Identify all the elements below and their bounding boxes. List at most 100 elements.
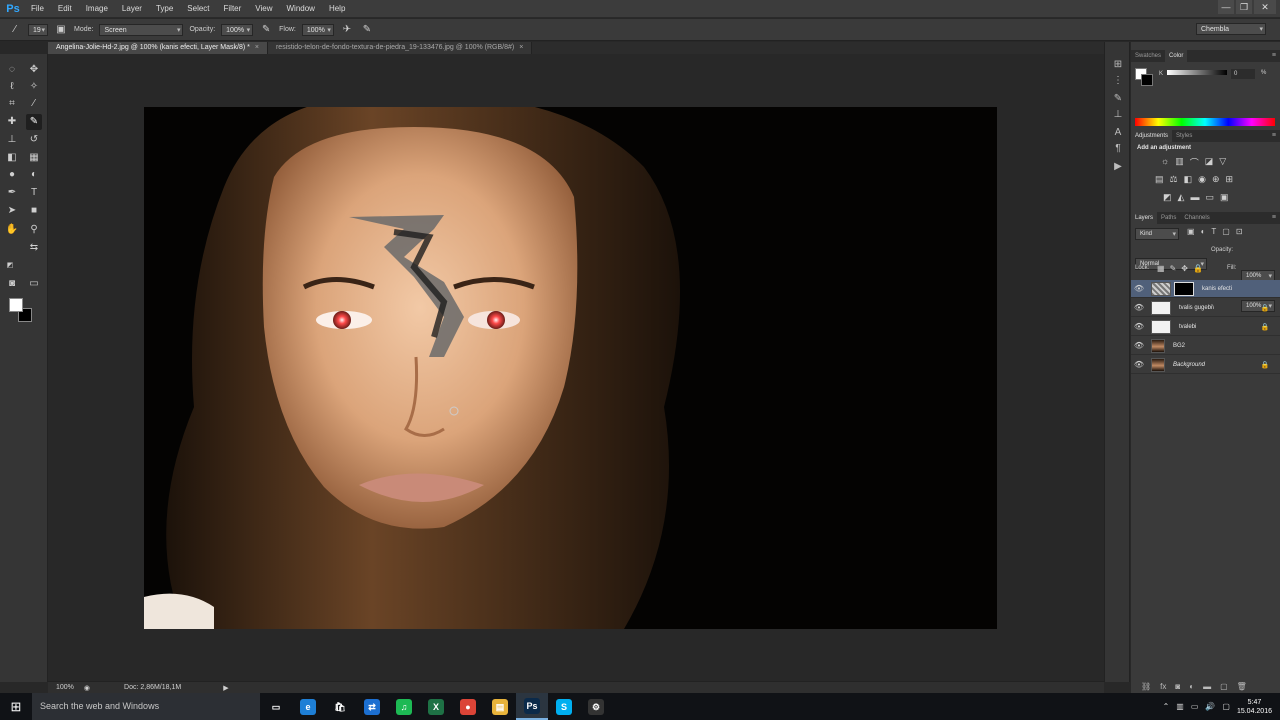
brush-panel-icon[interactable]: ✎: [1111, 92, 1125, 106]
lock-position-icon[interactable]: ✥: [1181, 264, 1188, 273]
pressure-size-icon[interactable]: ✎: [360, 23, 374, 37]
add-mask-icon[interactable]: ◙: [1175, 682, 1180, 691]
layer-style-icon[interactable]: fx: [1160, 682, 1166, 691]
gradient-tool-icon[interactable]: ▦: [26, 150, 42, 166]
taskbar-app-button[interactable]: ●: [452, 693, 484, 720]
layer-name[interactable]: BG2: [1173, 343, 1280, 349]
mode-select[interactable]: Screen: [99, 23, 184, 36]
menu-select[interactable]: Select: [180, 0, 216, 18]
zoom-level[interactable]: 100%: [56, 684, 74, 691]
close-icon[interactable]: ×: [255, 44, 259, 51]
menu-image[interactable]: Image: [79, 0, 115, 18]
rectangle-tool-icon[interactable]: ■: [26, 203, 42, 219]
vibrance-icon[interactable]: ▽: [1219, 156, 1226, 169]
levels-icon[interactable]: ▥: [1175, 156, 1184, 169]
airbrush-icon[interactable]: ✈: [340, 23, 354, 37]
restore-button[interactable]: ❐: [1236, 0, 1252, 14]
play-action-icon[interactable]: ▶: [1111, 160, 1125, 174]
hand-tool-icon[interactable]: ✋: [4, 222, 20, 238]
history-panel-icon[interactable]: ⊞: [1111, 58, 1125, 72]
pen-tool-icon[interactable]: ✒: [4, 185, 20, 201]
color-slider[interactable]: [1167, 70, 1227, 75]
brightness-contrast-icon[interactable]: ☼: [1161, 156, 1169, 169]
layer-name[interactable]: tvalebi: [1179, 324, 1258, 330]
zoom-tool-icon[interactable]: ⚲: [26, 222, 42, 238]
visibility-eye-icon[interactable]: 👁: [1131, 341, 1147, 350]
close-icon[interactable]: ×: [519, 44, 523, 51]
new-group-icon[interactable]: ▬: [1203, 682, 1211, 691]
menu-layer[interactable]: Layer: [115, 0, 149, 18]
taskbar-app-button[interactable]: ▭: [260, 693, 292, 720]
tab-document-2[interactable]: resistido-telon-de-fondo-textura-de-pied…: [267, 42, 533, 54]
lasso-tool-icon[interactable]: ℓ: [4, 79, 20, 95]
visibility-eye-icon[interactable]: 👁: [1131, 303, 1147, 312]
menu-view[interactable]: View: [248, 0, 279, 18]
crop-tool-icon[interactable]: ⌗: [4, 96, 20, 112]
tab-adjustments[interactable]: Adjustments: [1131, 130, 1173, 142]
panel-menu-icon[interactable]: ≡: [1272, 50, 1276, 62]
posterize-icon[interactable]: ◭: [1178, 192, 1185, 203]
layer-filter-kind-select[interactable]: Kind: [1135, 228, 1179, 240]
selective-color-icon[interactable]: ▣: [1220, 192, 1229, 203]
status-menu-arrow-icon[interactable]: ▶: [223, 684, 228, 692]
panel-menu-icon[interactable]: ≡: [1272, 130, 1276, 142]
move-tool-icon[interactable]: ✥: [26, 62, 42, 78]
panel-menu-icon[interactable]: ≡: [1272, 212, 1276, 224]
battery-icon[interactable]: ▭: [1191, 702, 1199, 711]
threshold-icon[interactable]: ▬: [1190, 192, 1199, 203]
layer-name[interactable]: Background: [1173, 362, 1258, 368]
visibility-eye-icon[interactable]: 👁: [1131, 322, 1147, 331]
channel-mixer-icon[interactable]: ⊕: [1212, 174, 1220, 185]
canvas-area[interactable]: [48, 54, 1104, 680]
taskbar-search-box[interactable]: Search the web and Windows: [32, 693, 260, 720]
clock[interactable]: 5:47 15.04.2016: [1237, 698, 1272, 716]
tab-layers[interactable]: Layers: [1131, 212, 1158, 224]
taskbar-app-button[interactable]: Ps: [516, 693, 548, 720]
dodge-tool-icon[interactable]: ◐: [26, 167, 42, 183]
lock-image-icon[interactable]: ✎: [1170, 264, 1177, 273]
workspace-select[interactable]: Chembla: [1196, 23, 1266, 35]
photo-filter-icon[interactable]: ◉: [1198, 174, 1206, 185]
blur-tool-icon[interactable]: ●: [4, 167, 20, 183]
network-icon[interactable]: ▥: [1176, 702, 1184, 711]
marquee-tool-icon[interactable]: ◌: [4, 62, 20, 78]
color-ramp[interactable]: [1135, 118, 1275, 126]
paragraph-panel-icon[interactable]: ¶: [1111, 142, 1125, 156]
type-tool-icon[interactable]: T: [26, 185, 42, 201]
hue-saturation-icon[interactable]: ▤: [1155, 174, 1164, 185]
curves-icon[interactable]: ⌒: [1190, 156, 1199, 169]
layer-row[interactable]: 👁 tvalebi 🔒: [1131, 318, 1280, 336]
color-value-input[interactable]: 0: [1231, 69, 1255, 79]
gradient-map-icon[interactable]: ▭: [1205, 192, 1214, 203]
eraser-tool-icon[interactable]: ◧: [4, 150, 20, 166]
status-info-icon[interactable]: ◉: [84, 684, 90, 692]
taskbar-app-button[interactable]: e: [292, 693, 324, 720]
tab-document-1[interactable]: Angelina-Jolie-Hd-2.jpg @ 100% (kanis ef…: [48, 42, 268, 54]
smart-object-filter-icon[interactable]: ⊡: [1236, 227, 1243, 236]
clone-source-icon[interactable]: ⊥: [1111, 108, 1125, 122]
color-background-swatch[interactable]: [1141, 74, 1153, 86]
shape-filter-icon[interactable]: ▢: [1222, 227, 1230, 236]
notifications-icon[interactable]: ▢: [1222, 702, 1230, 711]
character-panel-icon[interactable]: A: [1111, 126, 1125, 140]
flow-input[interactable]: 100%: [301, 23, 334, 36]
taskbar-app-button[interactable]: S: [548, 693, 580, 720]
screen-mode-icon[interactable]: ▭: [26, 276, 42, 292]
tab-styles[interactable]: Styles: [1172, 130, 1196, 142]
opacity-input[interactable]: 100%: [221, 23, 254, 36]
properties-panel-icon[interactable]: ⋮: [1111, 74, 1125, 88]
new-layer-icon[interactable]: ▢: [1220, 682, 1228, 691]
exposure-icon[interactable]: ◪: [1205, 156, 1214, 169]
invert-icon[interactable]: ◩: [1163, 192, 1172, 203]
brush-size-picker[interactable]: 19: [28, 23, 48, 36]
menu-edit[interactable]: Edit: [51, 0, 79, 18]
layer-row[interactable]: 👁 kanis efecti: [1131, 280, 1280, 298]
healing-brush-tool-icon[interactable]: ✚: [4, 114, 20, 130]
menu-window[interactable]: Window: [280, 0, 322, 18]
visibility-eye-icon[interactable]: 👁: [1131, 360, 1147, 369]
history-brush-tool-icon[interactable]: ↺: [26, 132, 42, 148]
close-button[interactable]: ✕: [1254, 0, 1276, 14]
type-filter-icon[interactable]: T: [1211, 227, 1216, 236]
color-balance-icon[interactable]: ⚖: [1170, 174, 1178, 185]
tab-paths[interactable]: Paths: [1157, 212, 1180, 224]
